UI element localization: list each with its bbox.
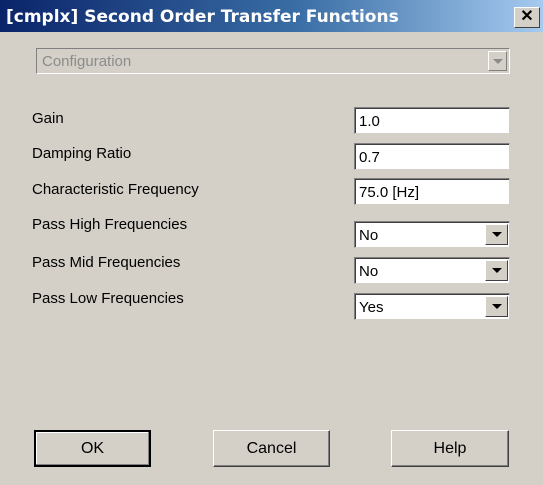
configuration-dropdown-button xyxy=(488,51,507,71)
configuration-value: Configuration xyxy=(42,53,132,70)
configuration-dropdown: Configuration xyxy=(36,48,510,74)
pass-high-frequencies-dropdown-button[interactable] xyxy=(485,224,508,245)
pass-high-frequencies-value: No xyxy=(359,227,379,244)
pass-mid-frequencies-value: No xyxy=(359,263,379,280)
pass-low-frequencies-value: Yes xyxy=(359,299,384,316)
characteristic-frequency-label: Characteristic Frequency xyxy=(32,181,199,198)
pass-high-frequencies-select[interactable]: No xyxy=(354,221,510,248)
chevron-down-icon xyxy=(492,268,502,273)
pass-mid-frequencies-label: Pass Mid Frequencies xyxy=(32,254,181,271)
gain-input[interactable]: 1.0 xyxy=(354,107,510,134)
window-title: [cmplx] Second Order Transfer Functions xyxy=(6,7,399,27)
cancel-button[interactable]: Cancel xyxy=(213,430,330,467)
title-bar[interactable]: [cmplx] Second Order Transfer Functions … xyxy=(0,0,543,32)
chevron-down-icon xyxy=(492,304,502,309)
characteristic-frequency-input[interactable]: 75.0 [Hz] xyxy=(354,178,510,205)
chevron-down-icon xyxy=(492,232,502,237)
chevron-down-icon xyxy=(493,59,503,64)
close-button[interactable]: ✕ xyxy=(514,7,540,28)
pass-mid-frequencies-select[interactable]: No xyxy=(354,257,510,284)
ok-button[interactable]: OK xyxy=(34,430,151,467)
pass-low-frequencies-dropdown-button[interactable] xyxy=(485,296,508,317)
damping-ratio-value: 0.7 xyxy=(359,149,380,166)
damping-ratio-input[interactable]: 0.7 xyxy=(354,143,510,170)
pass-mid-frequencies-dropdown-button[interactable] xyxy=(485,260,508,281)
pass-high-frequencies-label: Pass High Frequencies xyxy=(32,216,188,233)
characteristic-frequency-value: 75.0 [Hz] xyxy=(359,184,420,201)
help-button[interactable]: Help xyxy=(391,430,509,467)
gain-value: 1.0 xyxy=(359,113,380,130)
gain-label: Gain xyxy=(32,110,64,127)
pass-low-frequencies-select[interactable]: Yes xyxy=(354,293,510,320)
pass-low-frequencies-label: Pass Low Frequencies xyxy=(32,290,184,307)
damping-ratio-label: Damping Ratio xyxy=(32,145,132,162)
close-icon: ✕ xyxy=(520,8,534,25)
